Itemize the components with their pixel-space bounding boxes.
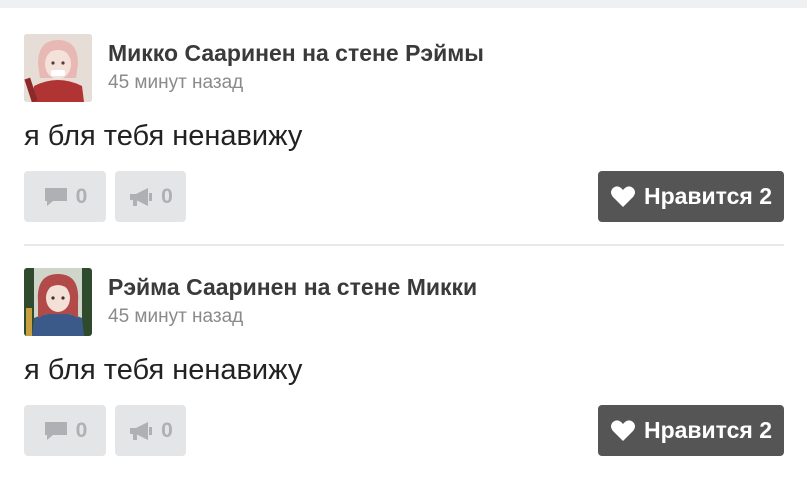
post-text: я бля тебя ненавижу [24, 120, 303, 152]
post-text: я бля тебя ненавижу [24, 354, 303, 386]
like-button[interactable]: Нравится 2 [598, 171, 784, 222]
megaphone-icon [130, 421, 153, 440]
post-actions: 0 0 Нравится 2 [24, 171, 784, 222]
top-bar-strip [0, 0, 807, 8]
post-divider [24, 244, 784, 246]
comment-icon [44, 187, 67, 206]
comment-icon [44, 421, 67, 440]
post-actions: 0 0 Нравится 2 [24, 405, 784, 456]
post-header: Микко Сааринен на стене Рэймы 45 минут н… [24, 34, 784, 102]
repost-button[interactable]: 0 [115, 171, 186, 222]
like-label: Нравится 2 [643, 183, 773, 209]
heart-icon [610, 419, 635, 441]
author-avatar[interactable] [24, 34, 92, 102]
repost-count: 0 [161, 184, 173, 208]
comment-count: 0 [75, 184, 88, 208]
repost-button[interactable]: 0 [115, 405, 186, 456]
author-avatar[interactable] [24, 268, 92, 336]
comment-button[interactable]: 0 [24, 171, 106, 222]
like-button[interactable]: Нравится 2 [598, 405, 784, 456]
comment-count: 0 [75, 418, 88, 442]
megaphone-icon [130, 187, 153, 206]
comment-button[interactable]: 0 [24, 405, 106, 456]
avatar-pink-hair-icon [24, 34, 92, 102]
post-author-line[interactable]: Микко Сааринен на стене Рэймы [108, 40, 484, 67]
post-timestamp[interactable]: 45 минут назад [108, 306, 243, 328]
post-header: Рэйма Сааринен на стене Микки 45 минут н… [24, 268, 784, 336]
repost-count: 0 [161, 418, 173, 442]
heart-icon [610, 185, 635, 207]
post-author-line[interactable]: Рэйма Сааринен на стене Микки [108, 274, 477, 301]
post-timestamp[interactable]: 45 минут назад [108, 72, 243, 94]
like-label: Нравится 2 [643, 417, 773, 443]
avatar-red-hair-icon [24, 268, 92, 336]
